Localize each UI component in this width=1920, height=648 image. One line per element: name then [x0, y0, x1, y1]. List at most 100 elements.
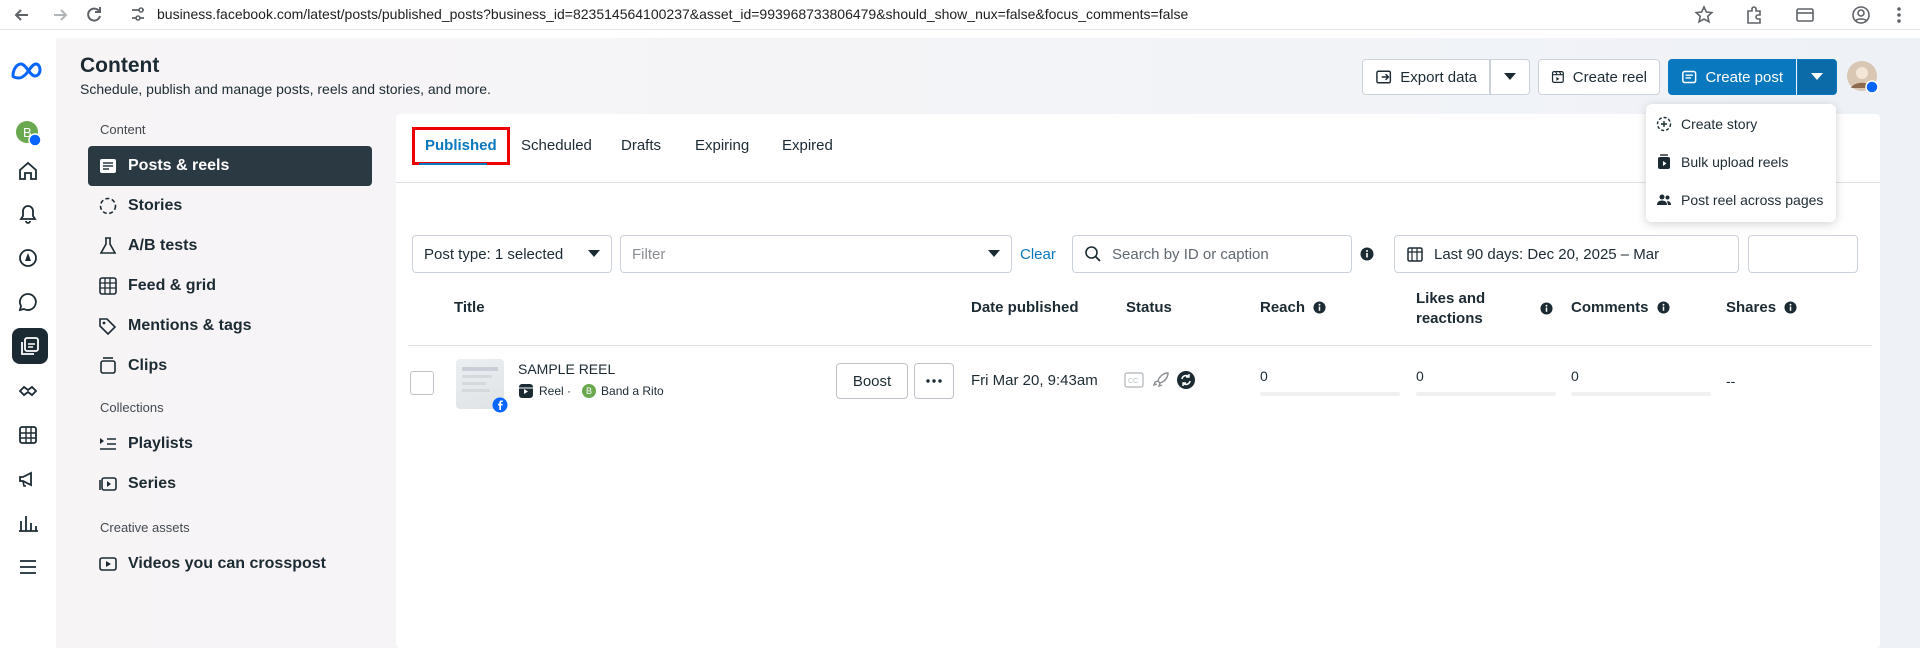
info-icon — [1313, 301, 1326, 314]
column-header-shares[interactable]: Shares — [1726, 299, 1797, 316]
export-data-label: Export data — [1400, 68, 1477, 86]
insights-chart-icon[interactable] — [14, 509, 42, 537]
sidebar-item-clips[interactable]: Clips — [88, 346, 372, 386]
facebook-icon — [492, 397, 508, 413]
bookmark-star-icon[interactable] — [1694, 5, 1714, 25]
info-icon[interactable] — [1360, 247, 1374, 261]
column-header-likes-reactions[interactable]: Likes and reactions — [1416, 289, 1485, 329]
tab-published[interactable]: Published — [412, 127, 510, 165]
tab-expired[interactable]: Expired — [782, 132, 833, 160]
sidebar-item-feed-grid[interactable]: Feed & grid — [88, 266, 372, 306]
monetization-icon[interactable] — [14, 377, 42, 405]
search-placeholder: Search by ID or caption — [1112, 245, 1269, 263]
sidebar-item-series[interactable]: Series — [88, 464, 372, 504]
reload-icon[interactable] — [84, 5, 104, 25]
export-dropdown-button[interactable] — [1490, 59, 1530, 95]
tab-search-icon[interactable] — [1795, 5, 1815, 25]
page-title: Content — [80, 54, 160, 77]
filter-placeholder: Filter — [632, 245, 666, 263]
filter-select[interactable]: Filter — [620, 235, 1012, 273]
clips-icon — [100, 357, 116, 374]
tab-expiring[interactable]: Expiring — [695, 132, 749, 160]
ads-megaphone-icon[interactable] — [14, 465, 42, 493]
sidebar-item-videos-crosspost[interactable]: Videos you can crosspost — [88, 544, 372, 584]
caret-down-icon — [1504, 73, 1516, 80]
date-range-value: Last 90 days: Dec 20, 2025 – Mar — [1434, 245, 1660, 263]
content-nav-icon[interactable] — [12, 328, 48, 364]
sidebar-item-posts-reels[interactable]: Posts & reels — [88, 146, 372, 186]
boost-button[interactable]: Boost — [836, 363, 908, 399]
captions-icon: CC — [1124, 372, 1144, 388]
menu-item-create-story[interactable]: Create story — [1656, 116, 1757, 132]
tab-drafts[interactable]: Drafts — [621, 132, 661, 160]
sidebar-item-label: Playlists — [128, 435, 193, 452]
calendar-icon — [1407, 247, 1423, 262]
page-subtitle: Schedule, publish and manage posts, reel… — [80, 81, 491, 97]
column-header-reach[interactable]: Reach — [1260, 299, 1326, 316]
tab-scheduled[interactable]: Scheduled — [521, 132, 592, 160]
reach-header-label: Reach — [1260, 299, 1306, 316]
menu-item-bulk-upload-reels[interactable]: Bulk upload reels — [1656, 154, 1788, 170]
column-header-title[interactable]: Title — [454, 299, 485, 316]
extensions-icon[interactable] — [1744, 5, 1764, 25]
back-icon[interactable] — [12, 5, 32, 25]
home-icon[interactable] — [14, 157, 42, 185]
likes-bar — [1416, 392, 1556, 396]
create-reel-label: Create reel — [1572, 68, 1647, 86]
page-avatar-icon[interactable]: B — [14, 119, 42, 147]
likes-header-line-1: Likes and — [1416, 290, 1486, 307]
post-type: Reel · — [539, 384, 572, 398]
meta-logo-icon[interactable] — [10, 60, 46, 82]
menu-item-post-reel-across-pages[interactable]: Post reel across pages — [1656, 192, 1823, 208]
search-input[interactable]: Search by ID or caption — [1072, 235, 1352, 273]
site-info-icon[interactable] — [130, 6, 146, 22]
post-page-name: Band a Rito — [601, 384, 664, 398]
column-header-date-published[interactable]: Date published — [971, 299, 1079, 316]
comments-bar — [1571, 392, 1711, 396]
all-tools-menu-icon[interactable] — [14, 553, 42, 581]
info-icon[interactable] — [1540, 302, 1553, 315]
post-type-select[interactable]: Post type: 1 selected — [412, 235, 612, 273]
post-title[interactable]: SAMPLE REEL — [518, 361, 615, 377]
profile-icon[interactable] — [1851, 5, 1871, 25]
post-meta: Reel · B Band a Rito — [518, 383, 664, 399]
create-post-dropdown-button[interactable] — [1797, 59, 1837, 95]
menu-item-label: Bulk upload reels — [1681, 154, 1789, 170]
reel-icon — [519, 384, 533, 398]
planner-icon[interactable] — [14, 244, 42, 272]
calendar-table-icon[interactable] — [14, 421, 42, 449]
create-post-button[interactable]: Create post — [1668, 59, 1796, 95]
sidebar-item-label: Clips — [128, 357, 168, 374]
reel-icon — [1551, 71, 1564, 83]
sidebar-item-stories[interactable]: Stories — [88, 186, 372, 226]
user-avatar[interactable] — [1846, 60, 1880, 94]
main-area: Content Schedule, publish and manage pos… — [56, 38, 1920, 648]
columns-button[interactable] — [1748, 235, 1858, 273]
more-options-button[interactable] — [914, 363, 954, 399]
clear-filters-link[interactable]: Clear — [1020, 246, 1056, 263]
sidebar-item-label: A/B tests — [128, 237, 198, 254]
sidebar-item-ab-tests[interactable]: A/B tests — [88, 226, 372, 266]
notifications-icon[interactable] — [14, 200, 42, 228]
forward-icon[interactable] — [50, 5, 70, 25]
sidebar-item-mentions-tags[interactable]: Mentions & tags — [88, 306, 372, 346]
export-data-button[interactable]: Export data — [1362, 59, 1490, 95]
create-reel-button[interactable]: Create reel — [1538, 59, 1660, 95]
create-post-dropdown-menu: Create story Bulk upload reels Post reel… — [1646, 104, 1836, 222]
address-bar[interactable]: business.facebook.com/latest/posts/publi… — [157, 6, 1188, 22]
grid-icon — [99, 277, 117, 295]
boost-rocket-icon — [1151, 370, 1171, 390]
post-icon — [1682, 70, 1697, 84]
likes-header-line-2: reactions — [1416, 310, 1483, 327]
sidebar-item-label: Series — [128, 475, 177, 492]
caret-down-icon — [1811, 73, 1823, 80]
inbox-icon[interactable] — [14, 288, 42, 316]
date-range-picker[interactable]: Last 90 days: Dec 20, 2025 – Mar — [1394, 235, 1739, 273]
active-tab-indicator — [419, 163, 487, 165]
comments-header-label: Comments — [1571, 299, 1649, 316]
row-checkbox[interactable] — [410, 371, 434, 395]
column-header-comments[interactable]: Comments — [1571, 299, 1670, 316]
export-icon — [1376, 70, 1392, 84]
sidebar-item-playlists[interactable]: Playlists — [88, 424, 372, 464]
browser-menu-icon[interactable] — [1889, 5, 1909, 25]
